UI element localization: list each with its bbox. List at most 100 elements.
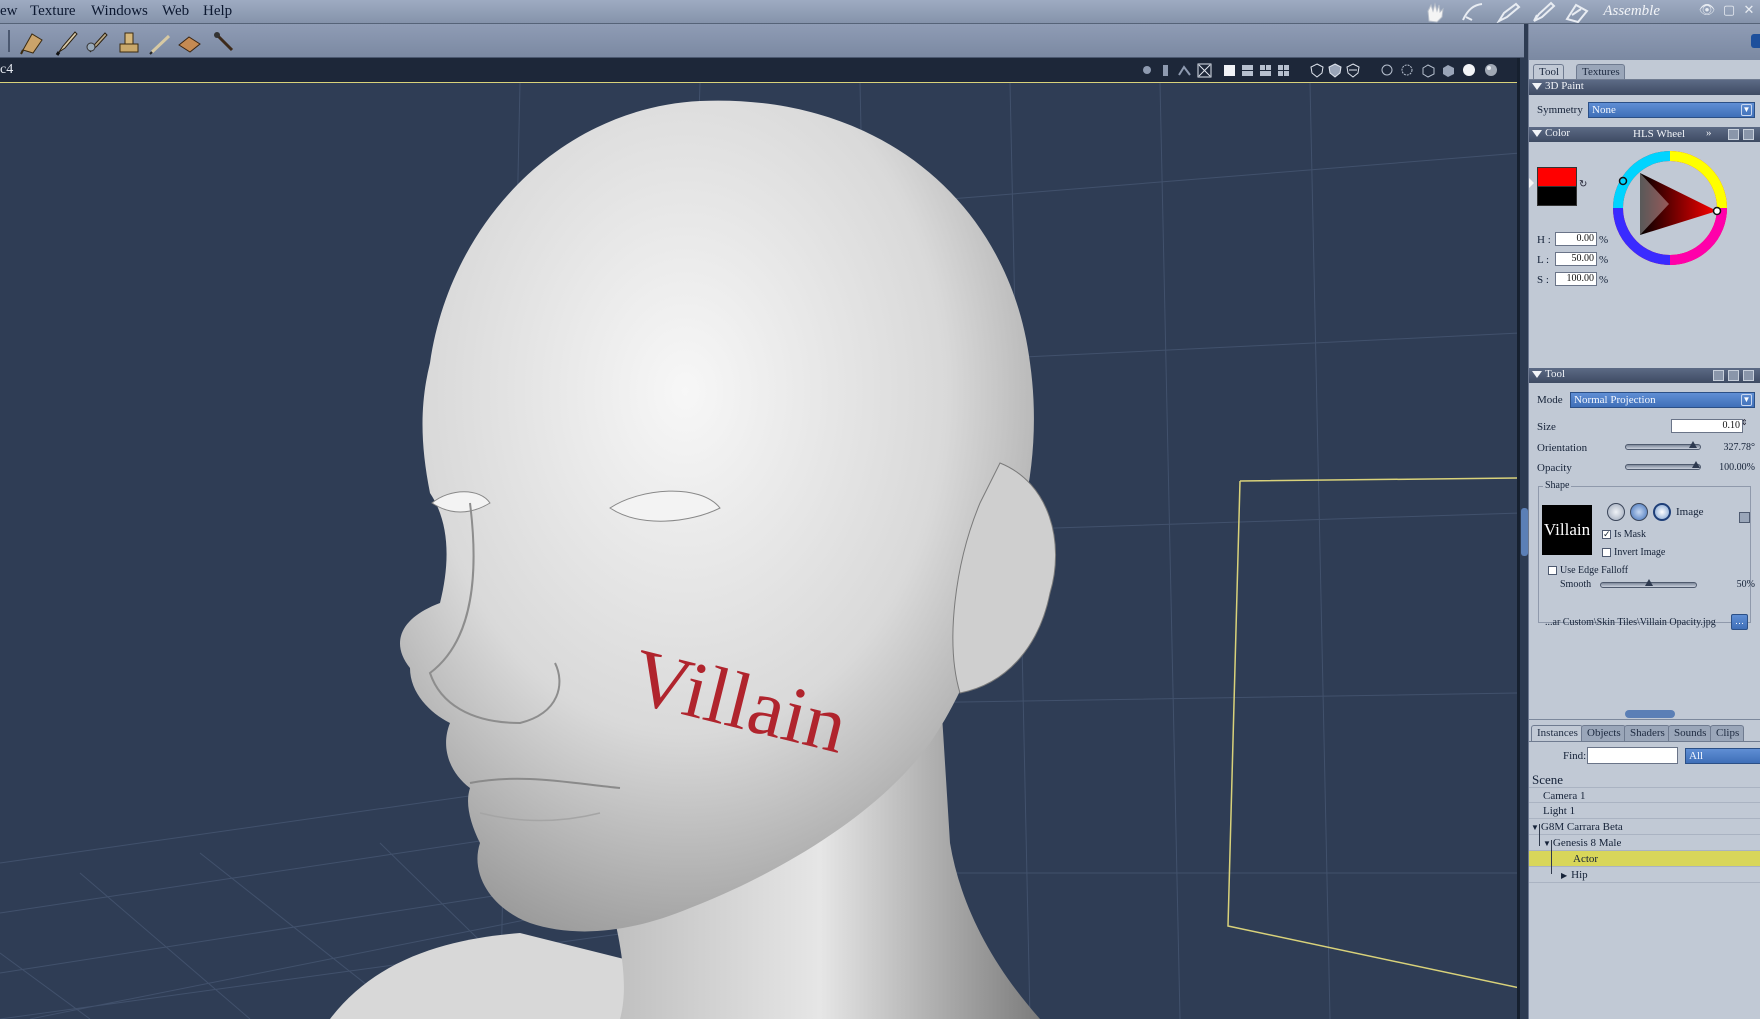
shape-image-thumbnail[interactable]: Villain (1542, 505, 1592, 555)
color-mode-label[interactable]: HLS Wheel (1633, 128, 1685, 140)
orientation-slider-thumb[interactable] (1689, 441, 1698, 448)
paint-bucket-icon[interactable] (18, 28, 46, 56)
splitter-grip[interactable] (1625, 710, 1675, 718)
section-tool[interactable]: Tool (1529, 368, 1760, 383)
collapse-panel-button[interactable] (1751, 34, 1760, 48)
saturation-field[interactable]: 100.00 (1555, 272, 1597, 286)
load-preset-icon[interactable] (1743, 129, 1754, 140)
tab-tool[interactable]: Tool (1533, 64, 1565, 80)
lightness-field[interactable]: 50.00 (1555, 252, 1597, 266)
render-room-icon[interactable] (1564, 1, 1590, 23)
bounding-box-icon[interactable] (1380, 63, 1395, 78)
split-three-icon[interactable] (1258, 63, 1273, 78)
menu-windows[interactable]: Windows (91, 3, 148, 20)
saturation-label: S : (1537, 274, 1549, 286)
model-room-icon[interactable] (1460, 1, 1486, 23)
section-color[interactable]: Color HLS Wheel » (1529, 127, 1760, 142)
eyedropper-icon[interactable] (210, 28, 238, 56)
size-field[interactable]: 0.10 (1671, 419, 1743, 433)
foreground-color-swatch[interactable] (1537, 167, 1577, 187)
flat-shaded-icon[interactable] (1441, 63, 1456, 78)
find-filter-dropdown[interactable]: All (1685, 748, 1760, 764)
pencil-icon[interactable] (147, 28, 175, 56)
smooth-shaded-icon[interactable] (1462, 63, 1477, 78)
dolly-icon[interactable] (1177, 63, 1192, 78)
shape-round-radio[interactable] (1607, 503, 1625, 521)
edge-falloff-checkbox[interactable] (1548, 566, 1557, 575)
smooth-slider-thumb[interactable] (1644, 579, 1653, 586)
wrench-icon[interactable] (1743, 370, 1754, 381)
tab-sounds[interactable]: Sounds (1668, 725, 1712, 741)
wheel-color-marker[interactable] (1712, 206, 1722, 216)
shape-soft-radio[interactable] (1630, 503, 1648, 521)
stamp-icon[interactable] (115, 28, 143, 56)
hls-color-wheel[interactable] (1609, 147, 1731, 269)
shield-lines-icon[interactable] (1346, 63, 1361, 78)
split-horizontal-icon[interactable] (1240, 63, 1255, 78)
single-view-icon[interactable] (1222, 63, 1237, 78)
scene-row-actor[interactable]: Actor (1529, 851, 1760, 867)
background-color-swatch[interactable] (1537, 186, 1577, 206)
tab-objects[interactable]: Objects (1581, 725, 1626, 741)
hand-icon[interactable] (1424, 1, 1450, 23)
swap-colors-icon[interactable]: ↻ (1579, 179, 1587, 190)
tab-textures[interactable]: Textures (1576, 64, 1625, 80)
opacity-slider[interactable] (1625, 461, 1701, 470)
shape-image-radio[interactable] (1653, 503, 1671, 521)
tab-clips[interactable]: Clips (1710, 725, 1745, 741)
menu-view[interactable]: ew (0, 3, 18, 20)
shield-grid-icon[interactable] (1328, 63, 1343, 78)
mode-menu-icon[interactable]: » (1706, 127, 1712, 139)
save-tool-icon[interactable] (1713, 370, 1724, 381)
size-spinner-icon[interactable]: ⇕ (1741, 418, 1748, 427)
3d-viewport[interactable]: c4 Villain (0, 58, 1520, 1019)
save-preset-icon[interactable] (1728, 129, 1739, 140)
scene-row-light[interactable]: Light 1 (1529, 803, 1760, 819)
hue-field[interactable]: 0.00 (1555, 232, 1597, 246)
menu-help[interactable]: Help (203, 3, 232, 20)
hidden-line-icon[interactable] (1421, 63, 1436, 78)
scene-row-camera[interactable]: Camera 1 (1529, 787, 1760, 803)
split-four-icon[interactable] (1276, 63, 1291, 78)
shield-icon[interactable] (1310, 63, 1325, 78)
projection-mode-dropdown[interactable]: Normal Projection ▼ (1570, 392, 1755, 408)
storyboard-room-icon[interactable] (1496, 1, 1522, 23)
menu-texture[interactable]: Texture (30, 3, 76, 20)
scene-row-genesis[interactable]: ▼ Genesis 8 Male (1529, 835, 1760, 851)
smooth-slider[interactable] (1600, 579, 1697, 588)
airbrush-icon[interactable] (83, 28, 111, 56)
is-mask-checkbox[interactable]: ✓ (1602, 530, 1611, 539)
load-tool-icon[interactable] (1728, 370, 1739, 381)
tab-shaders[interactable]: Shaders (1624, 725, 1670, 741)
panel-splitter[interactable] (1529, 708, 1760, 718)
expand-triangle-icon[interactable]: ▼ (1543, 839, 1551, 848)
move-icon[interactable] (1140, 63, 1155, 78)
figure-head[interactable] (330, 100, 1057, 1019)
maximize-button[interactable]: ▢ (1720, 2, 1738, 20)
viewport-splitter[interactable] (1521, 508, 1528, 556)
expand-triangle-icon[interactable]: ▼ (1531, 823, 1539, 832)
scene-canvas[interactable]: Villain (0, 83, 1520, 1019)
wireframe-icon[interactable] (1400, 63, 1415, 78)
scene-row-figure[interactable]: ▼ G8M Carrara Beta (1529, 819, 1760, 835)
save-shape-icon[interactable] (1739, 512, 1750, 523)
expand-triangle-icon[interactable]: ▶ (1561, 871, 1567, 880)
eraser-icon[interactable] (175, 28, 203, 56)
find-input[interactable] (1587, 747, 1678, 764)
scene-row-hip[interactable]: ▶ Hip (1529, 867, 1760, 883)
pin-icon[interactable] (1158, 63, 1173, 78)
invert-image-checkbox[interactable] (1602, 548, 1611, 557)
orientation-slider[interactable] (1625, 441, 1701, 450)
fit-view-icon[interactable] (1197, 63, 1212, 78)
section-3d-paint[interactable]: 3D Paint (1529, 80, 1760, 95)
symmetry-dropdown[interactable]: None ▼ (1588, 102, 1755, 118)
menu-web[interactable]: Web (162, 3, 189, 20)
texture-room-icon[interactable] (1530, 1, 1556, 23)
eye-icon[interactable]: 👁 (1698, 2, 1716, 20)
textured-shaded-icon[interactable] (1484, 63, 1499, 78)
close-button[interactable]: ✕ (1740, 2, 1758, 20)
toolbar-grip[interactable] (8, 30, 10, 52)
tab-instances[interactable]: Instances (1531, 725, 1583, 741)
browse-file-button[interactable]: … (1731, 614, 1748, 630)
brush-icon[interactable] (53, 28, 81, 56)
